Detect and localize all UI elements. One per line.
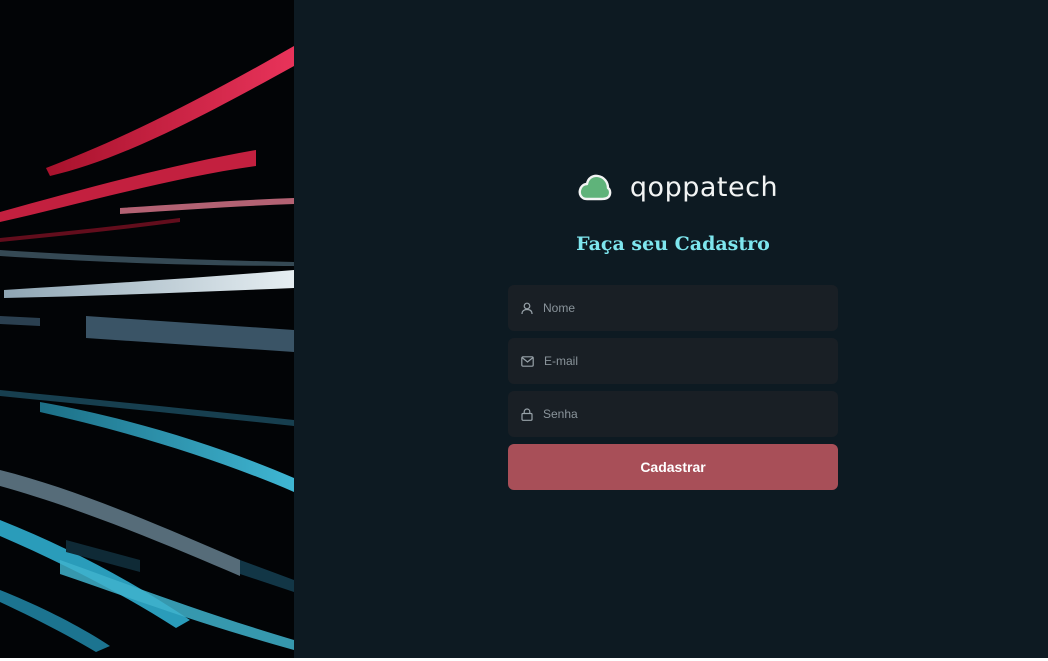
password-input[interactable]: [543, 394, 838, 434]
signup-button[interactable]: Cadastrar: [508, 444, 838, 490]
main-panel: qoppatech Faça seu Cadastro Nome E-mail …: [294, 0, 1048, 658]
name-field[interactable]: [508, 285, 838, 331]
brand-logo: qoppatech: [518, 170, 838, 204]
name-input[interactable]: [543, 288, 838, 328]
brand-name: qoppatech: [629, 171, 779, 203]
email-field[interactable]: [508, 338, 838, 384]
lock-icon: [521, 407, 533, 421]
email-input[interactable]: [544, 341, 838, 381]
signup-page: qoppatech Faça seu Cadastro Nome E-mail …: [0, 0, 1048, 658]
light-streaks-illustration: [0, 0, 294, 658]
user-icon: [521, 302, 533, 314]
form-title: Faça seu Cadastro: [576, 233, 770, 255]
signup-form: qoppatech Faça seu Cadastro Nome E-mail …: [508, 170, 838, 490]
cloud-icon: [578, 174, 612, 201]
hero-image: [0, 0, 294, 658]
mail-icon: [521, 355, 534, 367]
password-field[interactable]: [508, 391, 838, 437]
